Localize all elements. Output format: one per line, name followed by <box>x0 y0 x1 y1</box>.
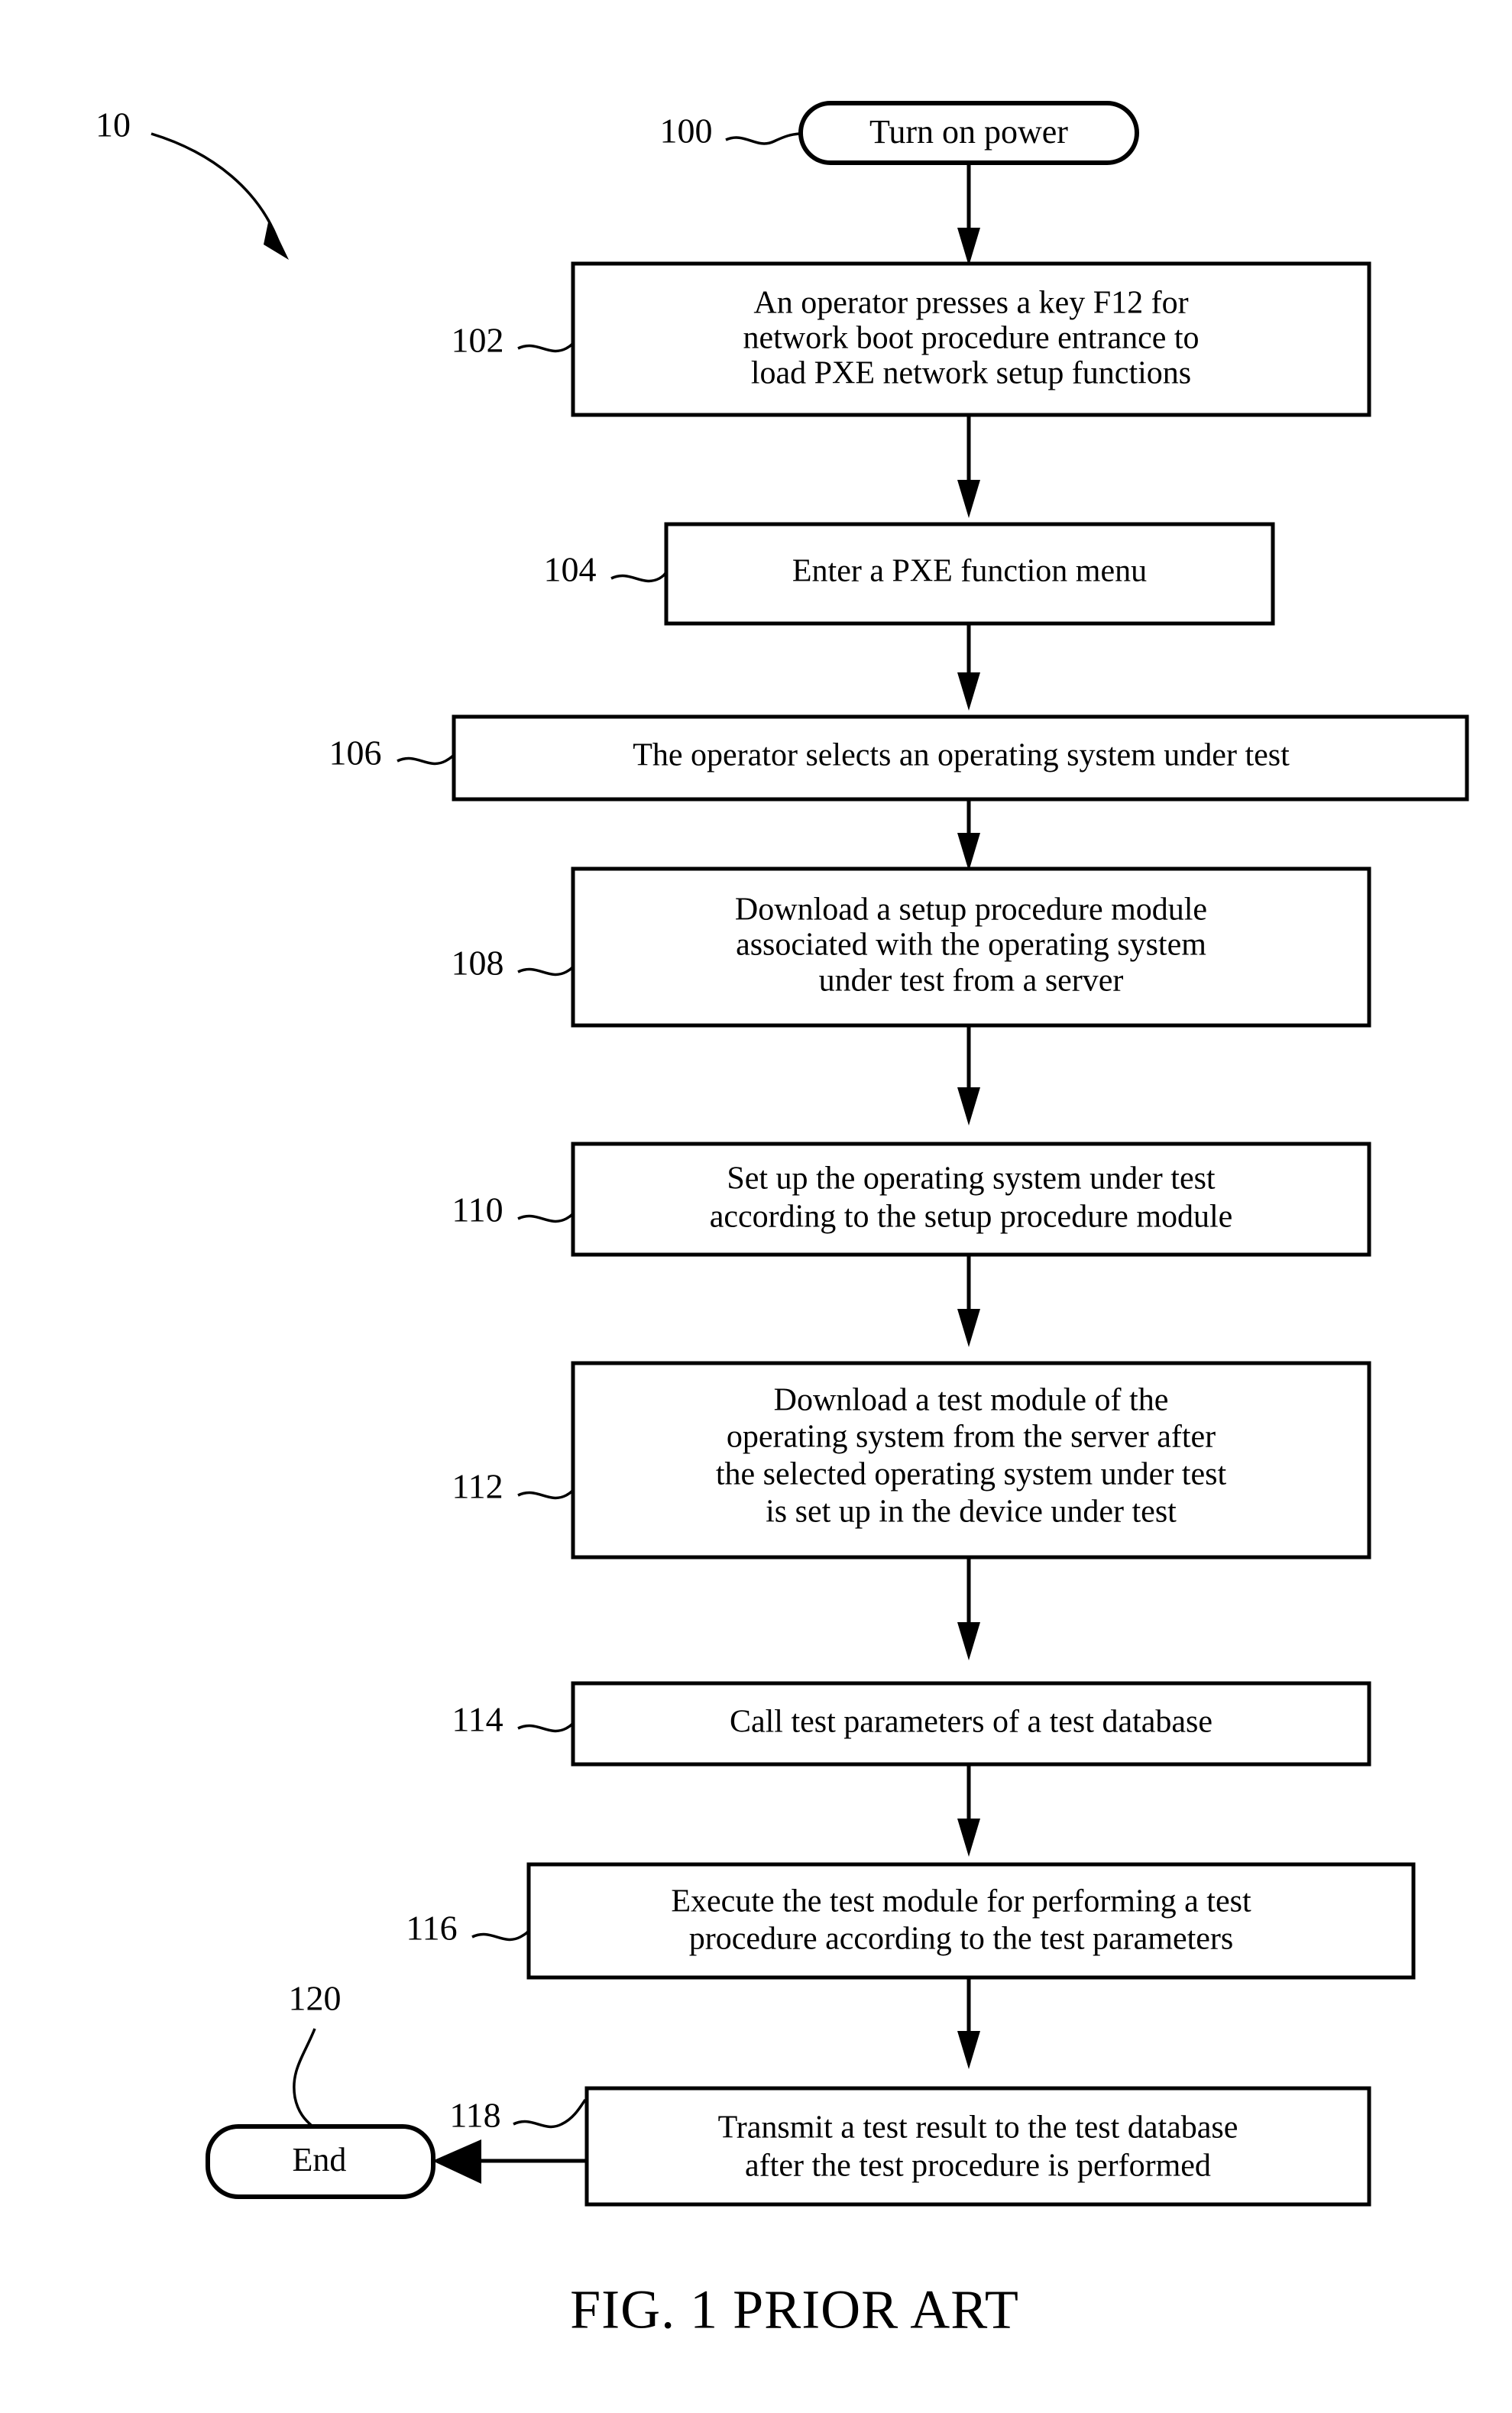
node-118-label-line-1: Transmit a test result to the test datab… <box>718 2110 1238 2146</box>
ref-116-leader <box>471 1929 530 1942</box>
node-114-label-line-1: Call test parameters of a test database <box>730 1705 1213 1740</box>
node-100-label-line-1: Turn on power <box>869 113 1068 151</box>
ref-102-leader <box>517 341 575 353</box>
ref-118-label: 118 <box>449 2096 500 2135</box>
node-118-label-line-2: after the test procedure is performed <box>745 2149 1211 2184</box>
ref-104-leader <box>610 572 667 583</box>
arrowhead-104-106 <box>957 672 980 711</box>
node-110-set-up-os[interactable]: Set up the operating system under test a… <box>571 1142 1371 1257</box>
ref-106-label: 106 <box>329 734 382 772</box>
assembly-leader-curve <box>151 132 280 244</box>
node-112-label-line-1: Download a test module of the <box>774 1383 1169 1418</box>
assembly-leader-arrowhead <box>264 219 289 260</box>
node-108-label-line-3: under test from a server <box>819 964 1124 999</box>
node-110-label-line-2: according to the setup procedure module <box>710 1200 1233 1235</box>
node-106-label-line-1: The operator selects an operating system… <box>633 738 1290 773</box>
ref-110-label: 110 <box>452 1190 503 1229</box>
node-110-label-line-1: Set up the operating system under test <box>727 1161 1216 1197</box>
node-116-label-line-1: Execute the test module for performing a… <box>671 1884 1251 1919</box>
node-114-call-test-parameters[interactable]: Call test parameters of a test database <box>571 1681 1371 1767</box>
node-116-execute-test-module[interactable]: Execute the test module for performing a… <box>526 1862 1416 1980</box>
flowchart-canvas: 10 Turn on power 100 An operator presses… <box>96 101 1469 2340</box>
node-116-label-line-2: procedure according to the test paramete… <box>689 1922 1234 1957</box>
node-120-label-line-1: End <box>293 2141 347 2178</box>
patent-figure: 10 Turn on power 100 An operator presses… <box>0 0 1512 2413</box>
arrowhead-108-110 <box>957 1087 980 1126</box>
ref-106-leader <box>397 754 455 766</box>
ref-112-leader <box>517 1488 575 1500</box>
arrowhead-118-120 <box>432 2139 481 2184</box>
node-112-label-line-4: is set up in the device under test <box>766 1495 1177 1530</box>
ref-114-leader <box>517 1721 575 1733</box>
ref-108-label: 108 <box>452 944 504 983</box>
node-102-press-f12[interactable]: An operator presses a key F12 for networ… <box>571 261 1371 417</box>
ref-112-label: 112 <box>452 1467 503 1506</box>
ref-104-label: 104 <box>544 550 597 589</box>
node-120-end[interactable]: End <box>206 2124 435 2199</box>
node-102-label-line-2: network boot procedure entrance to <box>743 321 1199 356</box>
node-108-label-line-1: Download a setup procedure module <box>735 892 1207 928</box>
node-106-select-os[interactable]: The operator selects an operating system… <box>452 714 1469 802</box>
node-108-download-setup-module[interactable]: Download a setup procedure module associ… <box>571 866 1371 1028</box>
ref-108-leader <box>517 964 575 977</box>
assembly-reference-label: 10 <box>96 105 131 144</box>
ref-110-leader <box>517 1211 575 1223</box>
arrowhead-112-114 <box>957 1622 980 1660</box>
node-100-turn-on-power[interactable]: Turn on power <box>798 101 1139 165</box>
figure-caption: FIG. 1 PRIOR ART <box>570 2279 1019 2340</box>
node-104-label-line-1: Enter a PXE function menu <box>792 554 1147 589</box>
node-112-download-test-module[interactable]: Download a test module of the operating … <box>571 1361 1371 1560</box>
node-104-pxe-menu[interactable]: Enter a PXE function menu <box>664 522 1275 626</box>
ref-114-label: 114 <box>452 1700 503 1739</box>
node-112-label-line-2: operating system from the server after <box>727 1420 1216 1455</box>
node-102-label-line-1: An operator presses a key F12 for <box>753 286 1188 321</box>
ref-118-leader <box>513 2099 587 2129</box>
ref-102-label: 102 <box>452 321 504 360</box>
arrowhead-116-118 <box>957 2031 980 2069</box>
arrowhead-114-116 <box>957 1819 980 1857</box>
node-102-label-line-3: load PXE network setup functions <box>751 356 1191 391</box>
ref-120-leader <box>293 2028 316 2127</box>
ref-100-label: 100 <box>660 112 713 151</box>
arrowhead-110-112 <box>957 1309 980 1347</box>
ref-116-label: 116 <box>406 1909 457 1948</box>
node-118-transmit-test-result[interactable]: Transmit a test result to the test datab… <box>584 2086 1371 2207</box>
arrowhead-106-108 <box>957 833 980 871</box>
node-112-label-line-3: the selected operating system under test <box>716 1457 1227 1492</box>
node-118-shape <box>584 2086 1371 2207</box>
arrowhead-100-102 <box>957 228 980 266</box>
node-108-label-line-2: associated with the operating system <box>736 928 1206 963</box>
arrowhead-102-104 <box>957 480 980 518</box>
ref-100-leader <box>725 132 800 145</box>
ref-120-label: 120 <box>289 1979 342 2018</box>
